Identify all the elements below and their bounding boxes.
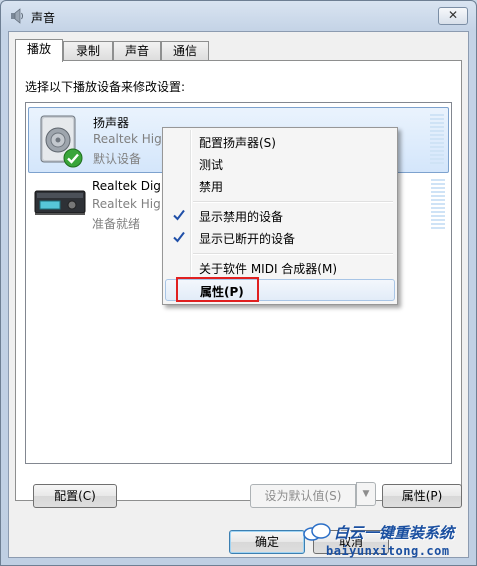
speaker-icon — [11, 8, 23, 24]
menu-item-show-disconnected[interactable]: 显示已断开的设备 — [165, 227, 395, 249]
window-title: 声音 — [31, 11, 56, 25]
menu-item-show-disabled[interactable]: 显示禁用的设备 — [165, 205, 395, 227]
tab-communications[interactable]: 通信 — [161, 41, 209, 61]
device-driver: Realtek Hig — [92, 197, 161, 211]
menu-item-configure-speakers[interactable]: 配置扬声器(S) — [165, 131, 395, 153]
menu-item-test[interactable]: 测试 — [165, 153, 395, 175]
digital-output-device-icon — [34, 190, 86, 215]
set-default-dropdown[interactable]: ▼ — [356, 482, 376, 506]
tab-recording[interactable]: 录制 — [63, 41, 113, 61]
menu-item-label: 禁用 — [199, 180, 224, 194]
properties-button[interactable]: 属性(P) — [382, 484, 462, 508]
chevron-down-icon: ▼ — [362, 489, 370, 499]
level-meter — [431, 179, 445, 233]
menu-separator — [193, 253, 393, 255]
tab-sounds[interactable]: 声音 — [113, 41, 161, 61]
menu-separator — [193, 201, 393, 203]
title-bar[interactable]: 声音 ✕ — [1, 1, 476, 31]
default-check-icon — [63, 148, 83, 168]
tab-playback[interactable]: 播放 — [15, 39, 63, 62]
close-button[interactable]: ✕ — [438, 7, 468, 25]
menu-item-disable[interactable]: 禁用 — [165, 175, 395, 197]
ok-button[interactable]: 确定 — [229, 530, 305, 554]
set-default-button[interactable]: 设为默认值(S) — [250, 484, 356, 508]
device-name: Realtek Dig — [92, 179, 161, 193]
checkmark-icon — [173, 209, 185, 221]
annotation-highlight-box — [176, 277, 259, 302]
device-name: 扬声器 — [93, 116, 130, 130]
level-meter — [430, 114, 444, 168]
close-icon: ✕ — [447, 8, 459, 22]
menu-item-label: 显示禁用的设备 — [199, 210, 284, 224]
device-driver: Realtek Hig — [93, 132, 162, 146]
cloud-logo-icon — [303, 523, 331, 541]
watermark: 白云一键重装系统 baiyunxitong.com — [300, 520, 475, 564]
menu-item-label: 显示已断开的设备 — [199, 232, 296, 246]
menu-item-label: 关于软件 MIDI 合成器(M) — [199, 262, 338, 276]
watermark-url: baiyunxitong.com — [326, 544, 450, 558]
menu-item-about-midi[interactable]: 关于软件 MIDI 合成器(M) — [165, 257, 395, 279]
menu-item-label: 配置扬声器(S) — [199, 136, 276, 150]
device-status: 默认设备 — [93, 152, 142, 166]
watermark-title: 白云一键重装系统 — [334, 524, 455, 542]
menu-item-label: 测试 — [199, 158, 224, 172]
instruction-text: 选择以下播放设备来修改设置: — [25, 80, 186, 94]
device-status: 准备就绪 — [92, 217, 141, 231]
configure-button[interactable]: 配置(C) — [33, 484, 117, 508]
checkmark-icon — [173, 231, 185, 243]
